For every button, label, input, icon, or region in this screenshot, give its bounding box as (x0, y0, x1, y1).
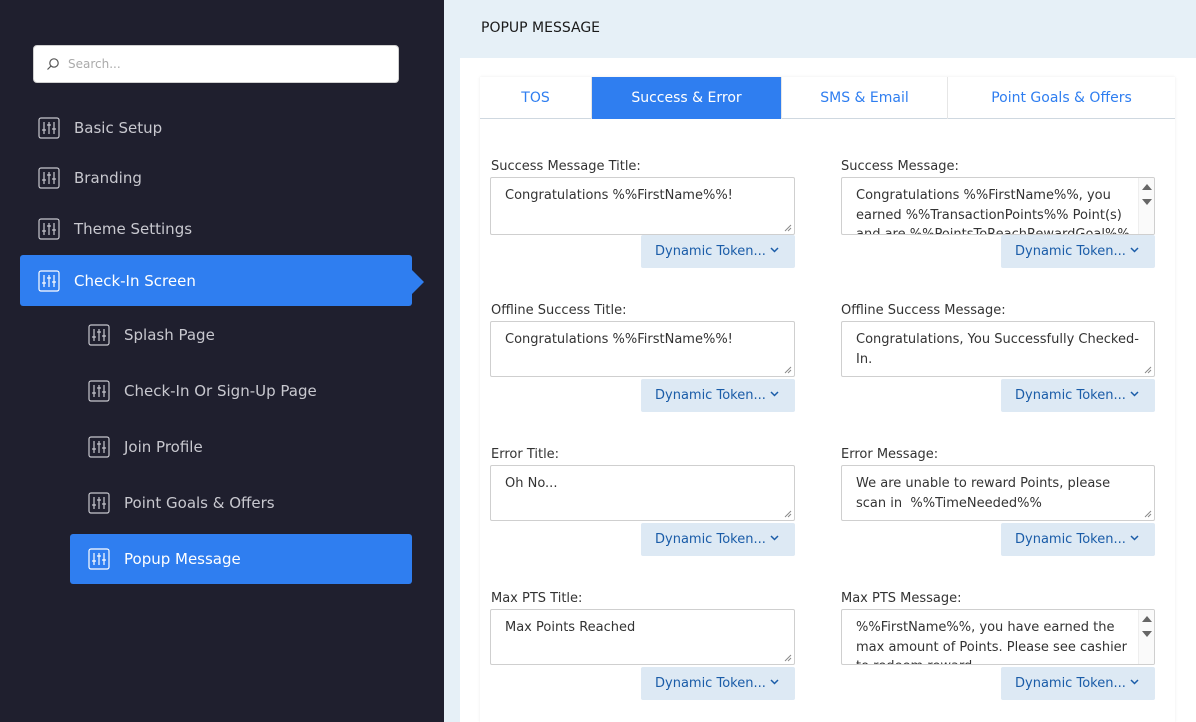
dynamic-token-button[interactable]: Dynamic Token... (641, 235, 795, 268)
success-title-label: Success Message Title: (491, 159, 641, 174)
field-value: Congratulations %%FirstName%%, you earne… (856, 188, 1130, 235)
sidebar-item-label: Join Profile (124, 438, 203, 456)
field-value: Congratulations %%FirstName%%! (505, 332, 733, 347)
sliders-icon (88, 324, 110, 346)
sidebar-item-branding[interactable]: Branding (38, 167, 142, 189)
sidebar-item-theme-settings[interactable]: Theme Settings (38, 218, 192, 240)
sidebar-item-check-in-screen[interactable]: Check-In Screen (20, 255, 412, 306)
dynamic-token-label: Dynamic Token... (655, 676, 766, 691)
tab-point-goals-offers[interactable]: Point Goals & Offers (948, 77, 1175, 119)
page-title: POPUP MESSAGE (481, 20, 601, 36)
sidebar-item-label: Check-In Screen (74, 271, 196, 290)
dynamic-token-button[interactable]: Dynamic Token... (641, 523, 795, 556)
chevron-down-icon (1130, 391, 1139, 397)
offline-title-field[interactable]: Congratulations %%FirstName%%! (490, 321, 795, 377)
sidebar-item-label: Check-In Or Sign-Up Page (124, 382, 317, 400)
error-msg-label: Error Message: (841, 447, 939, 462)
field-value: Congratulations %%FirstName%%! (505, 188, 733, 203)
error-title-field[interactable]: Oh No... (490, 465, 795, 521)
offline-msg-field[interactable]: Congratulations, You Successfully Checke… (841, 321, 1155, 377)
dynamic-token-label: Dynamic Token... (1015, 676, 1126, 691)
sidebar-item-label: Theme Settings (74, 220, 193, 238)
sidebar-item-label: Splash Page (124, 326, 215, 344)
dynamic-token-button[interactable]: Dynamic Token... (641, 379, 795, 412)
sidebar-item-label: Basic Setup (74, 119, 163, 137)
scrollbar[interactable] (1138, 178, 1154, 234)
sliders-icon (88, 380, 110, 402)
resize-grip-icon (784, 224, 792, 232)
dynamic-token-label: Dynamic Token... (1015, 532, 1126, 547)
chevron-down-icon (770, 247, 779, 253)
sidebar-item-basic-setup[interactable]: Basic Setup (38, 117, 162, 139)
dynamic-token-label: Dynamic Token... (655, 388, 766, 403)
field-value: %%FirstName%%, you have earned the max a… (856, 620, 1128, 664)
search-box[interactable] (33, 45, 399, 83)
sidebar-item-point-goals[interactable]: Point Goals & Offers (88, 492, 275, 514)
dynamic-token-button[interactable]: Dynamic Token... (1001, 235, 1155, 268)
sidebar-item-label: Point Goals & Offers (124, 494, 275, 512)
dynamic-token-label: Dynamic Token... (655, 532, 766, 547)
sliders-icon (38, 269, 60, 292)
active-pointer (411, 269, 424, 295)
sliders-icon (88, 492, 110, 514)
sidebar-item-check-in-or-sign-up[interactable]: Check-In Or Sign-Up Page (88, 380, 317, 402)
offline-title-label: Offline Success Title: (491, 303, 627, 318)
offline-msg-label: Offline Success Message: (841, 303, 1006, 318)
maxpts-msg-field[interactable]: %%FirstName%%, you have earned the max a… (841, 609, 1155, 665)
scroll-up-icon[interactable] (1142, 184, 1152, 190)
sidebar-item-label: Branding (74, 169, 142, 187)
chevron-down-icon (1130, 247, 1139, 253)
dynamic-token-label: Dynamic Token... (655, 244, 766, 259)
resize-grip-icon (1144, 366, 1152, 374)
resize-grip-icon (784, 654, 792, 662)
dynamic-token-button[interactable]: Dynamic Token... (641, 667, 795, 700)
sliders-icon (88, 436, 110, 458)
sliders-icon (88, 548, 110, 570)
field-value: Congratulations, You Successfully Checke… (856, 332, 1139, 367)
field-value: Oh No... (505, 476, 558, 491)
chevron-down-icon (1130, 679, 1139, 685)
resize-grip-icon (784, 366, 792, 374)
tab-tos[interactable]: TOS (480, 77, 592, 119)
sliders-icon (38, 117, 60, 139)
sidebar-item-label: Popup Message (124, 550, 241, 568)
sliders-icon (38, 167, 60, 189)
error-msg-field[interactable]: We are unable to reward Points, please s… (841, 465, 1155, 521)
maxpts-title-label: Max PTS Title: (491, 591, 583, 606)
chevron-down-icon (770, 679, 779, 685)
dynamic-token-button[interactable]: Dynamic Token... (1001, 667, 1155, 700)
sliders-icon (38, 218, 60, 240)
tab-sms-email[interactable]: SMS & Email (782, 77, 948, 119)
success-msg-label: Success Message: (841, 159, 959, 174)
scroll-down-icon[interactable] (1142, 199, 1152, 205)
scroll-down-icon[interactable] (1142, 631, 1152, 637)
chevron-down-icon (770, 391, 779, 397)
maxpts-title-field[interactable]: Max Points Reached (490, 609, 795, 665)
search-icon (47, 58, 59, 70)
sidebar (0, 0, 444, 722)
scroll-up-icon[interactable] (1142, 616, 1152, 622)
dynamic-token-label: Dynamic Token... (1015, 388, 1126, 403)
tab-success-error[interactable]: Success & Error (592, 77, 782, 119)
error-title-label: Error Title: (491, 447, 560, 462)
resize-grip-icon (784, 510, 792, 518)
scrollbar[interactable] (1138, 610, 1154, 664)
maxpts-msg-label: Max PTS Message: (841, 591, 962, 606)
dynamic-token-button[interactable]: Dynamic Token... (1001, 379, 1155, 412)
dynamic-token-button[interactable]: Dynamic Token... (1001, 523, 1155, 556)
success-msg-field[interactable]: Congratulations %%FirstName%%, you earne… (841, 177, 1155, 235)
field-value: We are unable to reward Points, please s… (856, 476, 1115, 511)
sidebar-item-join-profile[interactable]: Join Profile (88, 436, 203, 458)
sidebar-item-splash-page[interactable]: Splash Page (88, 324, 215, 346)
chevron-down-icon (1130, 535, 1139, 541)
dynamic-token-label: Dynamic Token... (1015, 244, 1126, 259)
chevron-down-icon (770, 535, 779, 541)
success-title-field[interactable]: Congratulations %%FirstName%%! (490, 177, 795, 235)
tab-bar: TOS Success & Error SMS & Email Point Go… (480, 77, 1175, 119)
sidebar-item-popup-message[interactable]: Popup Message (70, 534, 412, 584)
resize-grip-icon (1144, 510, 1152, 518)
field-value: Max Points Reached (505, 620, 636, 635)
search-input[interactable] (68, 57, 368, 71)
